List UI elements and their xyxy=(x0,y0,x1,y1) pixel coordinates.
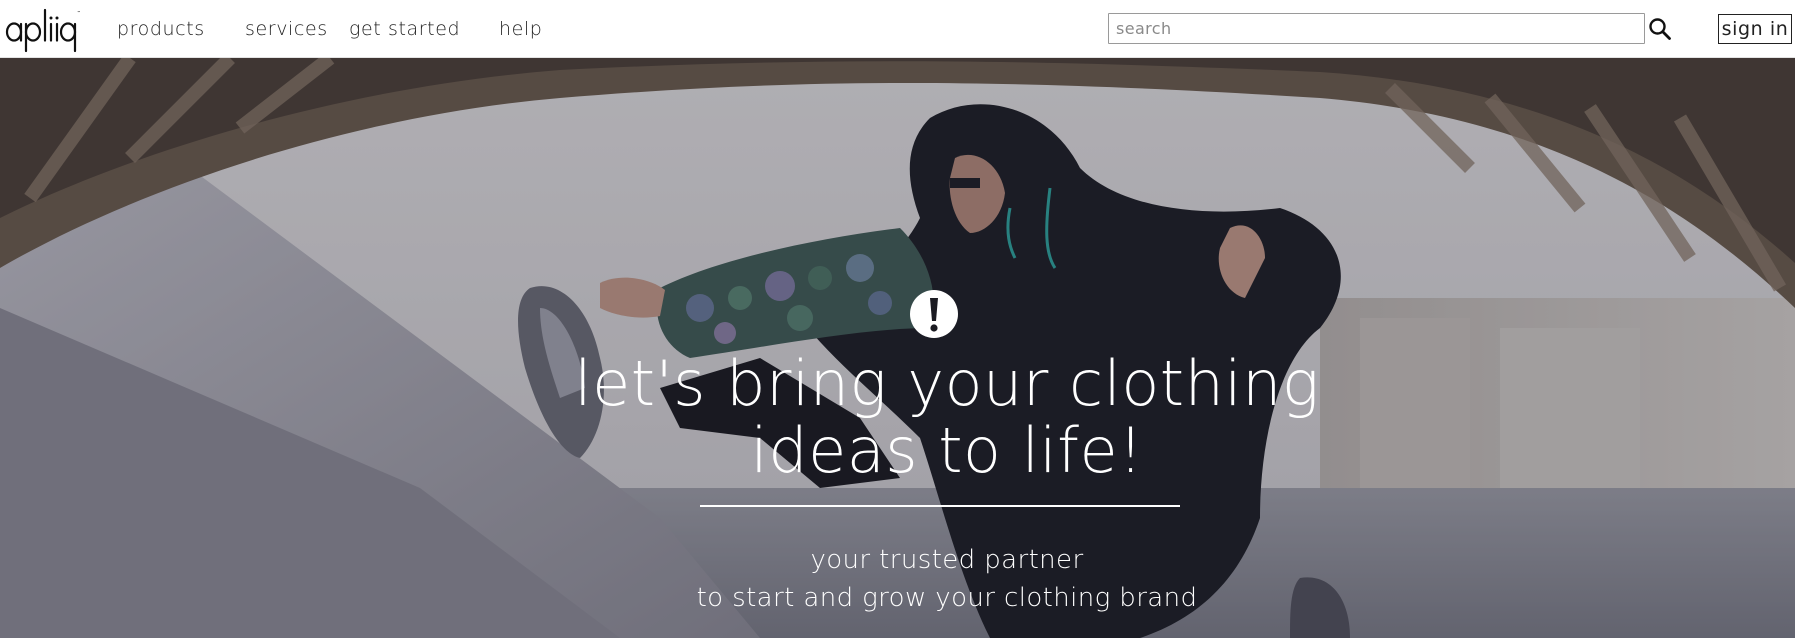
hero-banner: let's bring your clothing ideas to life!… xyxy=(0,58,1795,638)
sign-in-button[interactable]: sign in xyxy=(1718,14,1792,44)
hero-divider xyxy=(700,505,1180,507)
search-icon[interactable] xyxy=(1648,17,1672,41)
search-input[interactable] xyxy=(1108,13,1645,44)
exclamation-circle-icon xyxy=(909,289,959,339)
nav-item-products[interactable]: products xyxy=(117,18,205,40)
hero-headline-line-2: ideas to life! xyxy=(750,414,1144,487)
hero-headline: let's bring your clothing ideas to life! xyxy=(447,350,1447,484)
nav-item-services[interactable]: services xyxy=(245,18,328,40)
hero-subtitle-line-2: to start and grow your clothing brand xyxy=(696,583,1198,613)
hero-subtitle: your trusted partner to start and grow y… xyxy=(547,541,1347,617)
nav-item-help[interactable]: help xyxy=(499,18,542,40)
nav-item-get-started[interactable]: get started xyxy=(349,18,460,40)
apliiq-logo[interactable]: ™ xyxy=(4,2,84,54)
top-navigation-bar: ™ products services get started help sig… xyxy=(0,0,1795,58)
hero-headline-line-1: let's bring your clothing xyxy=(574,347,1320,420)
apliiq-logo-mark: ™ xyxy=(5,8,81,53)
svg-text:™: ™ xyxy=(77,10,81,15)
hero-subtitle-line-1: your trusted partner xyxy=(810,545,1084,575)
